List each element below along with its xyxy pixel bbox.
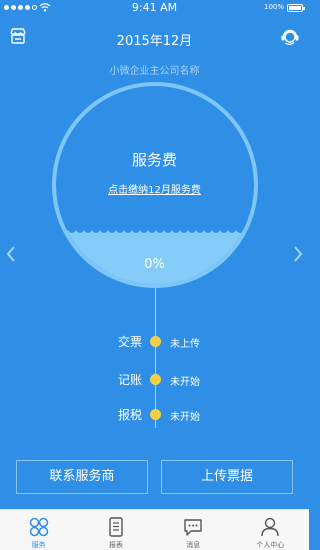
customer-service-icon[interactable] — [280, 27, 300, 47]
contact-provider-button[interactable]: 联系服务商 — [16, 460, 148, 494]
battery-icon — [287, 4, 305, 12]
company-name: 小微企业主公司名称 — [109, 66, 200, 77]
page-title[interactable]: 2015年12月 — [0, 30, 309, 49]
status-bar: 9:41 AM 100% — [0, 0, 309, 16]
service-fee-title: 服务费 — [131, 151, 177, 169]
app-screen: 9:41 AM 100% 2015年12月 小微企业主公司名称 服务费 点击缴纳… — [0, 0, 309, 550]
services-grid-icon — [29, 517, 48, 537]
next-month-arrow-icon[interactable] — [291, 245, 305, 263]
progress-percent: 0% — [144, 257, 165, 272]
tab-label: 消息 — [186, 541, 201, 549]
step-dot — [150, 336, 161, 347]
step-status: 未开始 — [170, 377, 200, 388]
pay-fee-link[interactable]: 点击缴纳12月服务费 — [0, 181, 309, 196]
timeline-step-bookkeeping: 记账 未开始 — [0, 369, 309, 391]
tab-messages[interactable]: 消息 — [155, 510, 232, 550]
tab-label: 报表 — [108, 541, 123, 549]
step-label: 报税 — [117, 408, 142, 422]
timeline-step-tax-filing: 报税 未开始 — [0, 404, 309, 426]
step-dot — [150, 374, 161, 385]
upload-invoice-button[interactable]: 上传票据 — [161, 460, 293, 494]
report-icon — [109, 517, 123, 537]
nav-bar: 2015年12月 — [0, 18, 309, 58]
tab-profile[interactable]: 个人中心 — [232, 510, 309, 550]
step-label: 交票 — [117, 335, 142, 349]
message-icon — [184, 519, 202, 536]
step-label: 记账 — [117, 373, 142, 387]
tab-label: 个人中心 — [256, 541, 285, 549]
person-icon — [261, 517, 280, 537]
status-time: 9:41 AM — [131, 1, 178, 14]
tab-services[interactable]: 服务 — [0, 510, 77, 550]
tab-bar: 服务 报表 消息 个人中心 — [0, 509, 309, 550]
tab-label: 服务 — [31, 541, 46, 549]
step-dot — [150, 409, 161, 420]
battery-percent: 100% — [263, 3, 284, 11]
timeline-step-submit-invoice: 交票 未上传 — [0, 331, 309, 353]
tab-reports[interactable]: 报表 — [77, 510, 154, 550]
step-status: 未上传 — [170, 339, 200, 350]
step-status: 未开始 — [170, 412, 200, 423]
previous-month-arrow-icon[interactable] — [4, 245, 18, 263]
